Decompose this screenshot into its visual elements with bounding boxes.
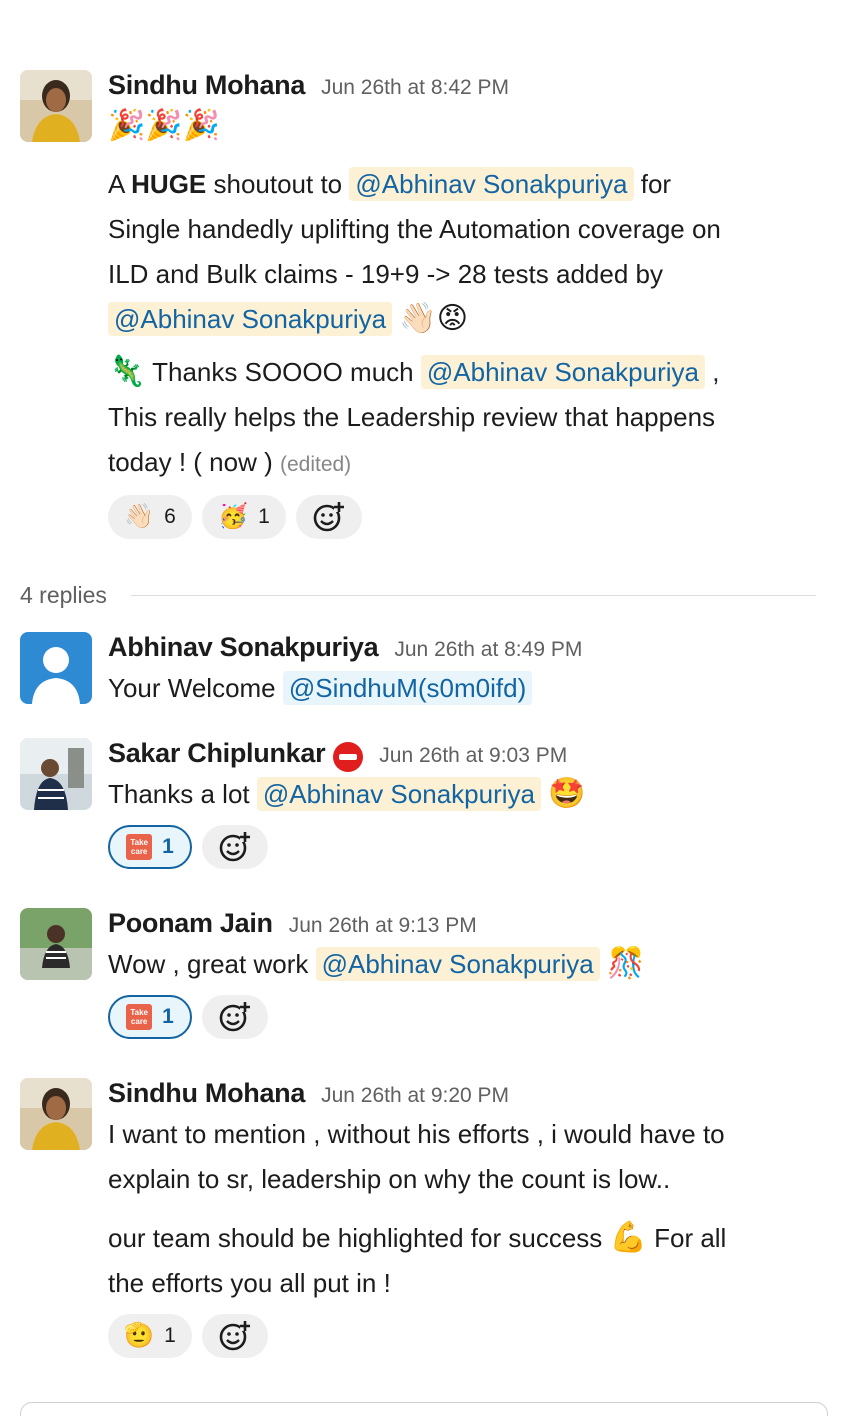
message-body: Wow , great work @Abhinav Sonakpuriya 🎊 — [108, 942, 828, 987]
reaction-clap[interactable]: 👋🏻 6 — [108, 495, 192, 539]
text: today ! ( now ) — [108, 447, 280, 477]
user-mention[interactable]: @Abhinav Sonakpuriya — [420, 355, 705, 389]
message-body: 🎉🎉🎉 A HUGE shoutout to @Abhinav Sonakpur… — [108, 104, 828, 487]
reaction-count: 1 — [162, 835, 174, 858]
text: For all — [646, 1223, 727, 1253]
text-line: ILD and Bulk claims - 19+9 -> 28 tests a… — [108, 259, 663, 289]
text-line: Single handedly uplifting the Automation… — [108, 214, 721, 244]
replies-divider: 4 replies — [20, 580, 816, 610]
text-line: I want to mention , without his efforts … — [108, 1119, 725, 1149]
reaction-count: 1 — [162, 1005, 174, 1028]
message-body: I want to mention , without his efforts … — [108, 1112, 828, 1306]
timestamp[interactable]: Jun 26th at 8:49 PM — [394, 638, 582, 662]
edited-label: (edited) — [279, 453, 352, 476]
author-name[interactable]: Sakar Chiplunkar — [108, 738, 326, 769]
avatar[interactable] — [20, 1078, 92, 1150]
confetti-emoji: 🎊 — [606, 947, 645, 980]
reaction-party-face[interactable]: 🥳 1 — [202, 495, 286, 539]
text: Your Welcome — [108, 673, 283, 703]
reaction-count: 1 — [164, 1324, 176, 1347]
user-mention[interactable]: @Abhinav Sonakpuriya — [108, 302, 393, 336]
add-reaction-icon — [219, 1321, 250, 1351]
reactions-bar: Take care 1 — [108, 825, 828, 869]
text: our team should be highlighted for succe… — [108, 1223, 610, 1253]
user-mention[interactable]: @Abhinav Sonakpuriya — [349, 167, 634, 201]
take-care-icon: Take care — [126, 834, 153, 860]
text: Wow , great work — [108, 949, 316, 979]
text: , — [705, 357, 720, 387]
party-face-icon: 🥳 — [218, 503, 249, 530]
add-reaction-button[interactable] — [202, 1314, 268, 1358]
avatar[interactable] — [20, 632, 92, 704]
text: shoutout to — [206, 169, 350, 199]
timestamp[interactable]: Jun 26th at 9:20 PM — [321, 1084, 509, 1108]
divider-line — [130, 594, 816, 596]
reaction-take-care[interactable]: Take care 1 — [108, 825, 192, 869]
star-struck-emoji: 🤩 — [548, 777, 586, 810]
avatar[interactable] — [20, 70, 92, 142]
timestamp[interactable]: Jun 26th at 8:42 PM — [321, 76, 509, 100]
reactions-bar: 👋🏻 6 🥳 1 — [108, 495, 828, 539]
author-name[interactable]: Sindhu Mohana — [108, 70, 305, 101]
text: A — [108, 169, 132, 199]
author-name[interactable]: Poonam Jain — [108, 908, 273, 939]
salute-icon: 🫡 — [124, 1322, 155, 1349]
add-reaction-icon — [219, 1002, 250, 1032]
add-reaction-button[interactable] — [202, 825, 268, 869]
clap-angry-emoji: 👋🏻😡 — [399, 302, 468, 335]
lizard-emoji: 🦎 — [108, 355, 146, 388]
avatar[interactable] — [20, 908, 92, 980]
clap-icon: 👋🏻 — [124, 503, 155, 530]
text-line: the efforts you all put in ! — [108, 1268, 391, 1298]
take-care-icon: Take care — [126, 1004, 153, 1030]
bold-text: HUGE — [131, 169, 207, 199]
flexed-biceps-emoji: 💪 — [609, 1221, 647, 1254]
reactions-bar: Take care 1 — [108, 995, 828, 1039]
text: Thanks SOOOO much — [145, 357, 421, 387]
text: for — [633, 169, 672, 199]
timestamp[interactable]: Jun 26th at 9:03 PM — [379, 744, 567, 768]
add-reaction-button[interactable] — [296, 495, 362, 539]
stop-sign-icon[interactable] — [333, 742, 364, 772]
reaction-take-care[interactable]: Take care 1 — [108, 995, 192, 1039]
party-emoji-line: 🎉🎉🎉 — [108, 109, 221, 142]
author-name[interactable]: Sindhu Mohana — [108, 1078, 305, 1109]
message-body: Your Welcome @SindhuM(s0m0ifd) — [108, 666, 828, 711]
add-reaction-icon — [313, 502, 344, 532]
user-mention[interactable]: @Abhinav Sonakpuriya — [256, 777, 541, 811]
reaction-salute[interactable]: 🫡 1 — [108, 1314, 192, 1358]
reply-composer[interactable] — [20, 1402, 828, 1416]
reaction-count: 1 — [258, 505, 270, 528]
author-name[interactable]: Abhinav Sonakpuriya — [108, 632, 379, 663]
add-reaction-icon — [219, 832, 250, 862]
avatar[interactable] — [20, 738, 92, 810]
reactions-bar: 🫡 1 — [108, 1314, 828, 1358]
timestamp[interactable]: Jun 26th at 9:13 PM — [289, 914, 477, 938]
replies-count[interactable]: 4 replies — [20, 582, 107, 609]
message-body: Thanks a lot @Abhinav Sonakpuriya 🤩 — [108, 772, 828, 817]
user-mention[interactable]: @SindhuM(s0m0ifd) — [282, 671, 533, 705]
reaction-count: 6 — [164, 505, 176, 528]
text-line: This really helps the Leadership review … — [108, 402, 716, 432]
text-line: explain to sr, leadership on why the cou… — [108, 1164, 671, 1194]
user-mention[interactable]: @Abhinav Sonakpuriya — [315, 947, 600, 981]
text: Thanks a lot — [108, 779, 257, 809]
add-reaction-button[interactable] — [202, 995, 268, 1039]
